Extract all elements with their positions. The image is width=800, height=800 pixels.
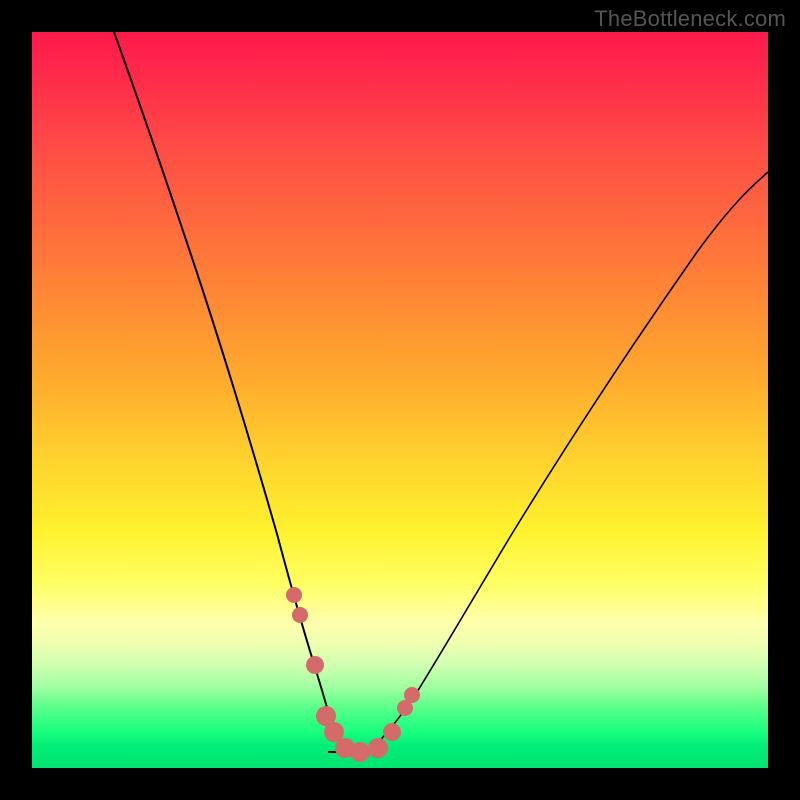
- dot: [404, 687, 420, 703]
- valley-dots: [286, 587, 420, 762]
- dot: [292, 607, 308, 623]
- chart-svg: [32, 32, 768, 768]
- plot-area: [32, 32, 768, 768]
- right-curve: [368, 172, 768, 752]
- outer-frame: TheBottleneck.com: [0, 0, 800, 800]
- dot: [368, 738, 388, 758]
- dot: [383, 723, 401, 741]
- dot: [286, 587, 302, 603]
- dot: [350, 742, 370, 762]
- dot: [306, 656, 324, 674]
- left-curve: [114, 32, 352, 752]
- watermark-text: TheBottleneck.com: [594, 6, 786, 32]
